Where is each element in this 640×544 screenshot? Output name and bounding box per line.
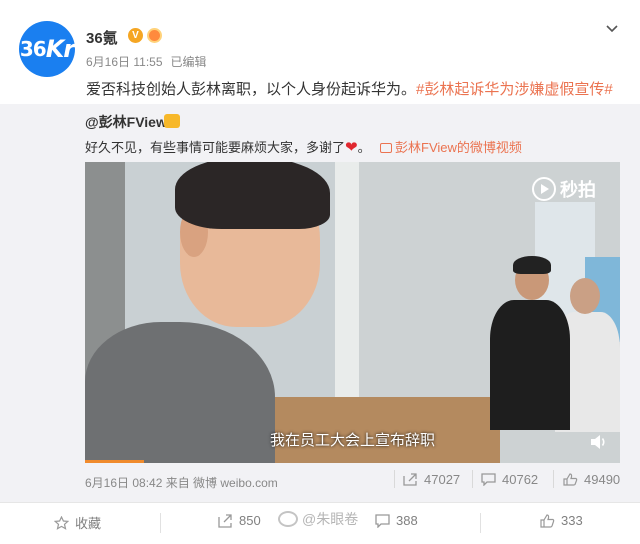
share-count: 850: [239, 513, 261, 528]
repost-author[interactable]: @彭林FView: [85, 112, 167, 132]
miaopai-logo-icon: [532, 177, 556, 201]
favorite-button[interactable]: 收藏: [54, 513, 101, 532]
like-count: 333: [561, 513, 583, 528]
repost-comment-count: 40762: [502, 472, 539, 487]
watermark-text: @朱眼卷: [302, 511, 359, 527]
action-bar-divider: [160, 513, 161, 533]
weibo-watermark: @朱眼卷: [278, 509, 358, 529]
comment-count: 388: [396, 513, 418, 528]
miaopai-logo: 秒拍: [532, 176, 596, 202]
heart-icon: ❤: [345, 139, 358, 156]
miaopai-logo-text: 秒拍: [560, 180, 596, 200]
repost-text-period: 。: [357, 140, 371, 155]
repost-comment-stat[interactable]: 40762: [481, 472, 538, 487]
repost-text: 好久不见，有些事情可能要麻烦大家，多谢了❤。: [85, 137, 371, 156]
repost-like-count: 49490: [584, 472, 621, 487]
favorite-icon: [54, 515, 69, 530]
comment-icon: [375, 513, 390, 528]
avatar-text-k: Kr: [45, 35, 75, 63]
post-meta: 6月16日 11:55 已编辑: [86, 53, 215, 70]
author-avatar[interactable]: 36 Kr: [19, 21, 75, 77]
video-link[interactable]: 彭林FView的微博视频: [380, 137, 522, 156]
hashtag-link[interactable]: #彭林起诉华为涉嫌虚假宣传#: [416, 81, 613, 98]
weibo-watermark-icon: [278, 511, 298, 527]
like-icon: [540, 513, 555, 528]
member-icon: [147, 28, 162, 43]
weibo-post: 36 Kr 36氪 V 6月16日 11:55 已编辑 爱否科技创始人彭林离职，以个…: [0, 0, 640, 544]
video-person-2-hair: [513, 256, 551, 274]
like-icon: [563, 473, 578, 486]
video-player[interactable]: 秒拍 我在员工大会上宣布辞职: [85, 162, 620, 463]
member-badge-icon: [164, 114, 180, 128]
action-bar-divider: [480, 513, 481, 533]
comment-button[interactable]: 388: [375, 513, 418, 528]
video-person-2-body: [490, 300, 570, 430]
repost-like-stat[interactable]: 49490: [563, 472, 620, 487]
repost-share-stat[interactable]: 47027: [403, 472, 460, 487]
repost-text-body: 好久不见，有些事情可能要麻烦大家，多谢了: [85, 140, 346, 155]
avatar-text: 36: [19, 37, 47, 61]
author-name[interactable]: 36氪: [86, 27, 118, 48]
repost-stat-divider: [472, 470, 473, 488]
video-link-icon: [380, 143, 392, 153]
video-link-label: 彭林FView的微博视频: [395, 140, 522, 155]
video-person-3-head: [570, 278, 600, 314]
repost-stat-divider: [394, 470, 395, 488]
share-button[interactable]: 850: [218, 513, 261, 528]
video-progress-bar[interactable]: [85, 460, 144, 463]
verified-icon: V: [128, 28, 143, 43]
video-speaker-hair: [175, 162, 330, 229]
post-text-main: 爱否科技创始人彭林离职，以个人身份起诉华为。: [86, 81, 417, 98]
favorite-label: 收藏: [75, 516, 102, 531]
post-text: 爱否科技创始人彭林离职，以个人身份起诉华为。#彭林起诉华为涉嫌虚假宣传#: [86, 78, 613, 99]
edited-label[interactable]: 已编辑: [171, 55, 207, 69]
video-subtitle: 我在员工大会上宣布辞职: [269, 432, 435, 449]
share-icon: [218, 513, 232, 528]
post-date[interactable]: 6月16日 11:55: [86, 55, 163, 69]
chevron-down-icon[interactable]: [604, 20, 620, 36]
sound-icon[interactable]: [590, 434, 608, 450]
repost-share-count: 47027: [424, 472, 461, 487]
like-button[interactable]: 333: [540, 513, 583, 528]
comment-icon: [481, 473, 496, 486]
repost-footer: 6月16日 08:42 来自 微博 weibo.com: [85, 476, 278, 490]
share-icon: [403, 473, 417, 486]
repost-stat-divider: [553, 470, 554, 488]
